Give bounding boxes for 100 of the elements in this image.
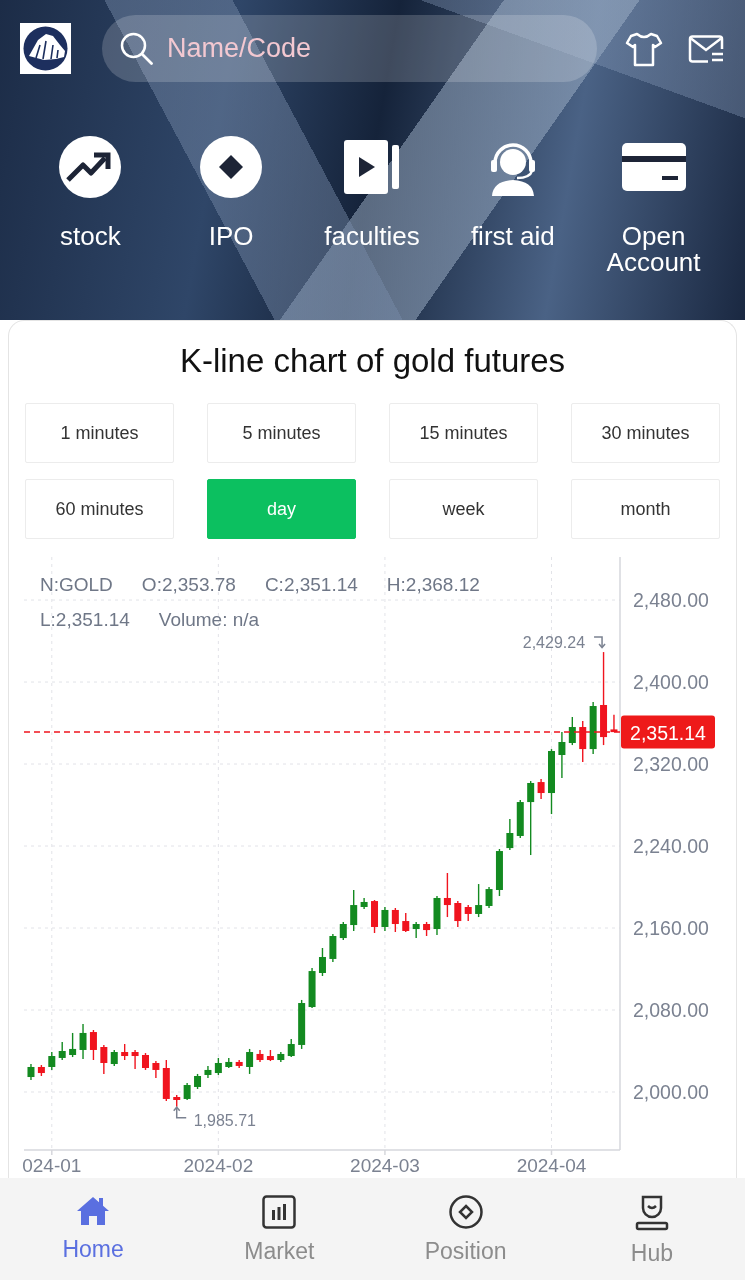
candle [485,886,493,909]
candle [579,720,587,763]
candle [131,1049,139,1070]
candle [381,906,389,932]
candle [360,897,368,910]
shortcut-button[interactable]: Open Account [583,136,724,275]
date-axis-label: 2024-02 [183,1154,254,1176]
trend-up-icon [59,136,122,198]
candle [173,1094,181,1108]
candle [537,778,545,800]
candle [27,1063,35,1081]
card-title: K-line chart of gold futures [178,341,567,381]
candle [37,1064,45,1077]
price-axis-label: 2,240.00 [633,835,709,857]
search-icon [120,32,153,65]
candle [298,999,306,1050]
period-button[interactable]: 30 minutes [571,403,720,463]
candle [506,818,514,851]
candle [287,1038,295,1058]
logo [20,23,71,74]
candle [277,1051,285,1063]
tab-bar-item[interactable]: Home [0,1178,187,1280]
candle [162,1059,170,1102]
candle [568,716,576,746]
period-button[interactable]: month [571,479,720,539]
user-icon [634,1195,669,1231]
mail-icon[interactable] [688,34,724,63]
bent-arrow-icon [593,636,606,649]
shortcut-button[interactable]: stock [59,136,122,275]
price-axis-label: 2,160.00 [633,917,709,939]
candle [350,889,358,932]
candle [89,1029,97,1061]
candle [475,883,483,918]
period-button[interactable]: 60 minutes [25,479,174,539]
candle [100,1044,108,1075]
candle [516,799,524,839]
last-price-tag: 2,351.14 [621,715,715,749]
price-axis-label: 2,480.00 [633,589,709,612]
date-axis-label: 024-01 [22,1154,82,1176]
candle [69,1032,77,1058]
price-axis-label: 2,080.00 [633,999,709,1021]
candle [412,921,420,939]
candle [152,1060,160,1079]
t-shirt-icon[interactable] [625,30,663,67]
legend-text: H:2,368.12 [386,573,480,597]
legend-text: C:2,351.14 [264,573,358,597]
ref-line-label: 2,351.14 [630,721,707,744]
candle [235,1059,243,1069]
candle [329,933,337,963]
candle [214,1057,222,1076]
candle [610,714,618,733]
period-button[interactable]: week [389,479,538,539]
legend-text: L:2,351.14 [40,608,130,632]
candle [121,1043,129,1061]
candle [256,1049,264,1063]
candle [79,1023,87,1060]
period-button[interactable]: 5 minutes [207,403,356,463]
candle [443,872,451,918]
candle [308,967,316,1009]
candle [58,1041,66,1061]
price-axis-label: 2,000.00 [633,1081,709,1103]
candle [433,895,441,936]
home-icon [76,1195,111,1227]
candle [454,900,462,928]
candle [266,1049,274,1062]
candle [339,921,347,941]
bent-arrow-icon [172,1106,187,1119]
price-axis-label: 2,320.00 [633,753,709,776]
candle [204,1065,212,1079]
candle [246,1048,254,1075]
date-axis-label: 2024-03 [350,1154,420,1176]
date-axis-label: 2024-04 [516,1154,587,1176]
period-button[interactable]: 1 minutes [25,403,174,463]
candle [391,907,399,933]
candle [183,1082,191,1101]
card-icon [621,143,686,191]
candle [402,912,410,933]
low-price-label: 1,985.71 [193,1112,256,1130]
candle [194,1073,202,1090]
price-axis-label: 2,400.00 [633,671,709,694]
legend-text: N:GOLD [40,573,113,597]
shortcut-button[interactable]: IPO [200,136,263,275]
shortcut-button[interactable]: faculties [324,136,420,275]
bar-chart-icon [262,1195,297,1229]
legend-text: Volume: n/a [158,608,260,632]
candle [423,921,431,937]
candle [495,848,503,897]
candle [371,899,378,934]
video-icon [344,140,400,194]
shortcut-button[interactable]: first aid [470,136,555,275]
candle [558,731,566,779]
candle [589,701,597,755]
candle [548,748,555,815]
candle [110,1049,118,1067]
high-price-label: 2,429.24 [522,633,586,651]
candle [464,904,472,922]
candle [318,947,326,977]
period-button[interactable]: 15 minutes [389,403,538,463]
candle [225,1057,233,1069]
legend-text: O:2,353.78 [141,573,236,597]
